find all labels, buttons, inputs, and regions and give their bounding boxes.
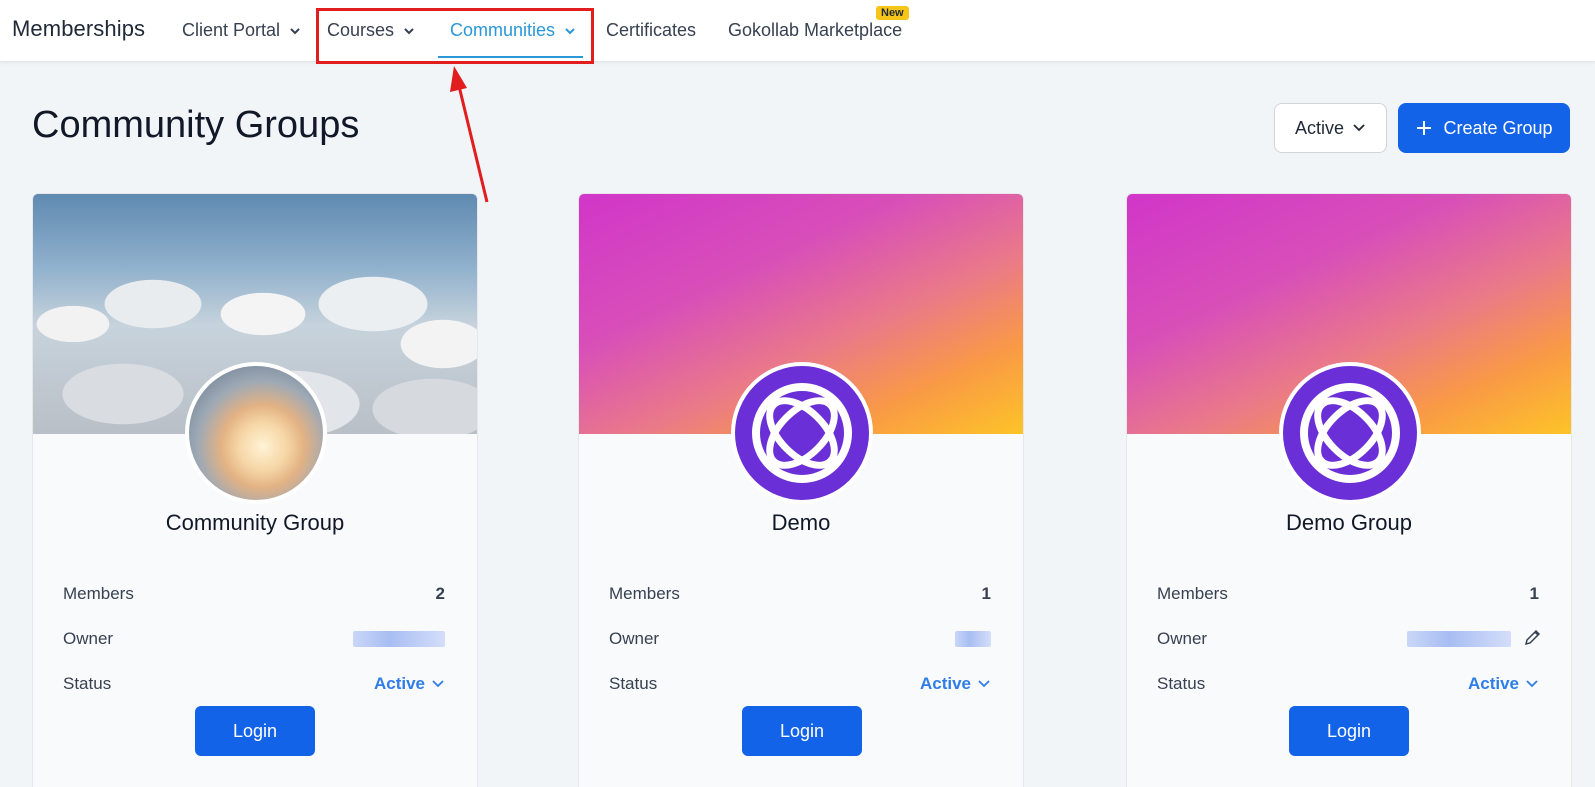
nav-item-gokollab-marketplace[interactable]: Gokollab Marketplace	[728, 20, 902, 41]
pencil-icon[interactable]	[1523, 627, 1543, 647]
members-label: Members	[609, 584, 680, 603]
members-count: 1	[981, 584, 991, 603]
create-group-label: Create Group	[1443, 117, 1553, 138]
group-avatar	[1279, 362, 1421, 504]
new-badge: New	[876, 6, 909, 20]
create-group-button[interactable]: Create Group	[1398, 103, 1570, 153]
owner-label: Owner	[1157, 629, 1208, 648]
login-button[interactable]: Login	[195, 706, 315, 756]
owner-label: Owner	[609, 629, 660, 648]
group-card: Demo Members 1 Owner Status Active Login	[578, 193, 1024, 787]
status-value: Active	[1467, 674, 1519, 693]
members-count: 2	[435, 584, 445, 603]
chevron-down-icon	[1526, 680, 1538, 688]
nav-item-label: Client Portal	[182, 20, 281, 40]
group-title: Demo Group	[1286, 510, 1412, 535]
status-label: Status	[63, 674, 112, 693]
status-value: Active	[919, 674, 971, 693]
status-label: Status	[1157, 674, 1206, 693]
annotation-highlight-box	[316, 8, 594, 64]
group-avatar	[731, 362, 873, 504]
page-title: Community Groups	[32, 104, 360, 146]
owner-redacted	[353, 631, 445, 647]
chevron-down-icon	[978, 680, 990, 688]
orbit-logo-icon	[1300, 383, 1400, 483]
group-avatar	[185, 362, 327, 504]
status-filter-select[interactable]: Active	[1274, 103, 1387, 153]
status-dropdown[interactable]: Active	[374, 674, 445, 694]
nav-item-label: Certificates	[606, 20, 697, 40]
group-card: Demo Group Members 1 Owner Status Active…	[1126, 193, 1572, 787]
group-title: Community Group	[165, 510, 345, 535]
brand-title: Memberships	[12, 16, 146, 41]
status-filter-label: Active	[1294, 117, 1345, 138]
chevron-down-icon	[290, 27, 300, 34]
login-button[interactable]: Login	[742, 706, 862, 756]
nav-item-certificates[interactable]: Certificates	[606, 20, 696, 41]
group-title: Demo	[771, 510, 831, 535]
top-nav: Memberships Client Portal Courses Commun…	[0, 0, 1595, 62]
status-dropdown[interactable]: Active	[1468, 674, 1539, 694]
owner-redacted	[955, 631, 991, 647]
status-label: Status	[609, 674, 658, 693]
chevron-down-icon	[432, 680, 444, 688]
login-button[interactable]: Login	[1289, 706, 1409, 756]
status-dropdown[interactable]: Active	[920, 674, 991, 694]
owner-redacted	[1407, 631, 1511, 647]
plus-icon	[1417, 121, 1432, 135]
members-label: Members	[1157, 584, 1228, 603]
nav-item-label: Gokollab Marketplace	[728, 20, 903, 40]
members-count: 1	[1529, 584, 1539, 603]
chevron-down-icon	[1353, 124, 1365, 132]
status-value: Active	[373, 674, 425, 693]
nav-item-client-portal[interactable]: Client Portal	[182, 20, 302, 41]
owner-label: Owner	[63, 629, 114, 648]
members-label: Members	[63, 584, 134, 603]
orbit-logo-icon	[752, 383, 852, 483]
group-card: Community Group Members 2 Owner Status A…	[32, 193, 478, 787]
